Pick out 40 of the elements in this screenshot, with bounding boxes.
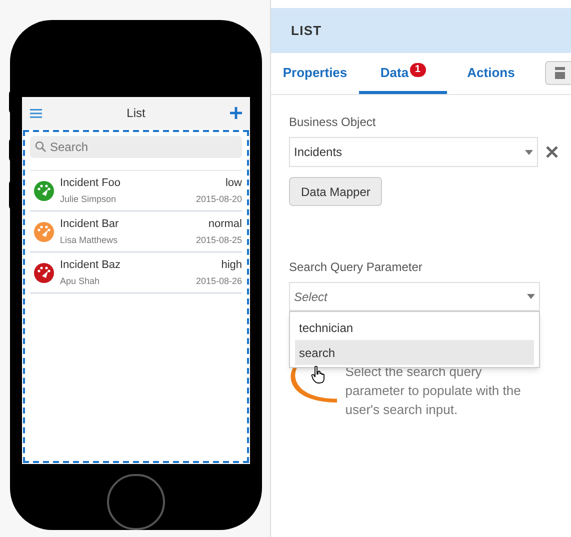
incident-person: Apu Shah [60,275,100,287]
clear-icon[interactable] [546,146,558,158]
incident-date: 2015-08-26 [196,275,242,287]
select-field[interactable]: Select [289,282,540,311]
panel-title: LIST [291,22,322,40]
toolbar-button[interactable] [545,61,571,85]
data-mapper-button[interactable]: Data Mapper [289,177,382,206]
incident-date: 2015-08-20 [196,193,242,205]
hint-text: user's search input. [345,401,459,419]
menu-icon[interactable] [30,108,42,118]
incident-priority: low [225,176,242,190]
field-label: Search Query Parameter [289,259,424,276]
search-icon [35,141,46,152]
list-item[interactable]: Incident Foo low Julie Simpson 2015-08-20 [30,171,242,212]
incident-person: Julie Simpson [60,193,116,205]
count-badge: 1 [410,62,426,76]
home-button[interactable] [107,474,165,530]
incident-person: Lisa Matthews [60,234,118,246]
incident-date: 2015-08-25 [196,234,242,246]
dropdown-arrow-icon [525,150,533,154]
select-field[interactable]: Incidents [289,137,538,167]
tab[interactable]: Actions [447,54,535,94]
incident-title: Incident Baz [60,258,121,272]
panel-icon [555,67,565,79]
hint-text: parameter to populate with the [345,382,522,400]
add-icon[interactable] [230,107,242,119]
dropdown-option[interactable]: technician [295,315,534,340]
list-item[interactable]: Incident Baz high Apu Shah 2015-08-26 [30,253,242,294]
incident-priority: normal [208,217,242,231]
dropdown-arrow-icon [527,294,535,299]
tab[interactable]: Data 1 [359,54,447,94]
incident-title: Incident Foo [60,176,121,190]
field-label: Business Object [289,114,377,131]
screen-title: List [126,105,146,122]
incident-priority: high [221,258,242,272]
tab[interactable]: Properties [271,54,359,94]
list-item[interactable]: Incident Bar normal Lisa Matthews 2015-08-25 [30,212,242,253]
search-field[interactable]: Search [30,136,242,158]
dropdown-option[interactable]: search [295,340,534,365]
incident-title: Incident Bar [60,217,119,231]
